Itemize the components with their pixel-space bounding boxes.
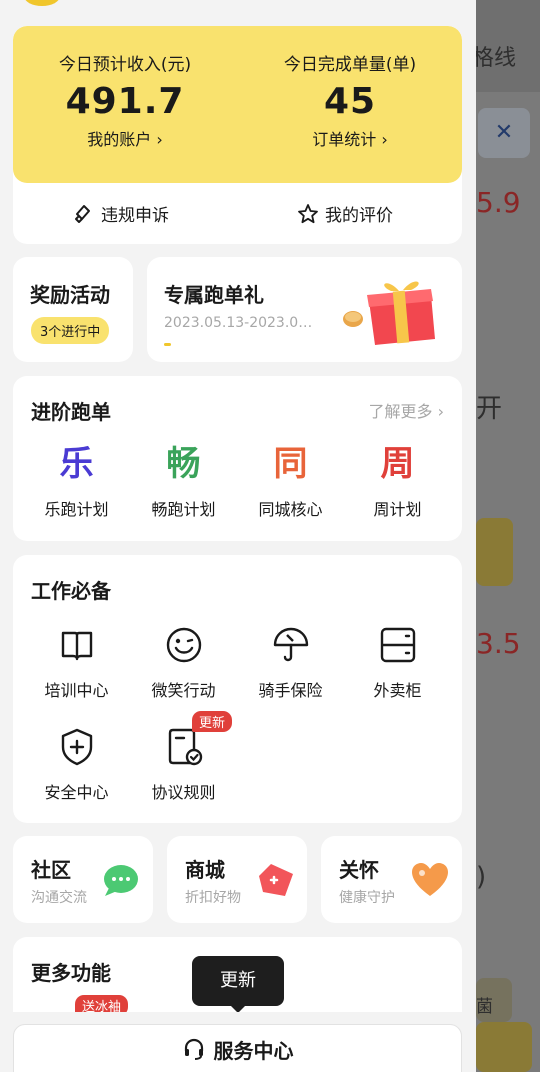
- reward-activities-title: 奖励活动: [30, 283, 110, 307]
- umbrella-icon: [237, 623, 344, 667]
- exclusive-gift-title: 专属跑单礼: [164, 283, 264, 307]
- complaint-button[interactable]: 违规申诉: [73, 201, 169, 226]
- today-income-label: 今日预计收入(元): [58, 55, 192, 75]
- order-stats-link[interactable]: 订单统计 ›: [238, 126, 462, 150]
- orders-stat: 今日完成单量(单) 45 订单统计 ›: [238, 50, 462, 150]
- tool-label: 安全中心: [44, 783, 109, 802]
- side-drawer: 今日预计收入(元) 491.7 我的账户 › 今日完成单量(单) 45 订单统计…: [0, 0, 476, 1072]
- update-tooltip: 更新: [192, 956, 284, 1006]
- agreement-rules[interactable]: 更新 协议规则: [130, 711, 237, 803]
- today-income-value: 491.7: [65, 81, 185, 122]
- exclusive-gift-card[interactable]: 专属跑单礼 2023.05.13-2023.0…: [147, 257, 462, 362]
- care-desc: 健康守护: [339, 890, 395, 906]
- plan-le[interactable]: 乐 乐跑计划: [23, 442, 130, 520]
- heart-icon: [412, 863, 448, 896]
- exclusive-gift-dates: 2023.05.13-2023.0…: [164, 315, 313, 331]
- background-text: 开: [476, 394, 503, 424]
- service-center-bar: 服务中心: [0, 1012, 476, 1072]
- service-center-button[interactable]: 服务中心: [13, 1024, 462, 1072]
- star-icon: [298, 203, 318, 223]
- plan-tongcheng[interactable]: 同 同城核心: [237, 442, 344, 520]
- active-count-badge: 3个进行中: [31, 317, 110, 344]
- background-text: 菌: [476, 997, 493, 1017]
- background-button: [476, 518, 513, 586]
- service-center-label: 服务中心: [213, 1038, 294, 1063]
- plan-le-icon: 乐: [59, 444, 94, 484]
- mall-card[interactable]: 商城 折扣好物: [167, 836, 307, 923]
- mall-desc: 折扣好物: [185, 890, 241, 906]
- plan-grid: 乐 乐跑计划 畅 畅跑计划 同 同城核心 周 周计划: [23, 442, 452, 520]
- locker-icon: [344, 623, 451, 667]
- plan-label: 周计划: [373, 500, 422, 519]
- agreement-icon: 更新: [130, 711, 237, 769]
- tool-label: 微笑行动: [151, 681, 216, 700]
- community-title: 社区: [31, 858, 71, 882]
- background-amount: 5.9: [476, 186, 521, 219]
- orders-value: 45: [323, 81, 377, 122]
- plan-tong-icon: 同: [273, 444, 308, 484]
- background-close-icon: ✕: [478, 108, 530, 158]
- income-card: 今日预计收入(元) 491.7 我的账户 › 今日完成单量(单) 45 订单统计…: [13, 26, 462, 244]
- rating-label: 我的评价: [325, 206, 393, 226]
- tool-label: 培训中心: [44, 681, 109, 700]
- reward-activities-card[interactable]: 奖励活动 3个进行中: [13, 257, 133, 362]
- rider-insurance[interactable]: 骑手保险: [237, 623, 344, 701]
- community-desc: 沟通交流: [31, 890, 87, 906]
- training-center[interactable]: 培训中心: [23, 623, 130, 701]
- complaint-icon: [75, 204, 90, 223]
- plan-weekly[interactable]: 周 周计划: [344, 442, 451, 520]
- background-header-text: 格线: [472, 46, 517, 71]
- mall-title: 商城: [185, 858, 225, 882]
- care-title: 关怀: [339, 858, 379, 882]
- smile-action[interactable]: 微笑行动: [130, 623, 237, 701]
- background-amount: 3.5: [476, 627, 521, 660]
- delivery-locker[interactable]: 外卖柜: [344, 623, 451, 701]
- plan-label: 乐跑计划: [44, 500, 109, 519]
- my-account-link[interactable]: 我的账户 ›: [13, 126, 237, 150]
- section-title: 工作必备: [31, 579, 111, 603]
- care-card[interactable]: 关怀 健康守护: [321, 836, 462, 923]
- price-tag-icon: [259, 864, 293, 896]
- tool-label: 外卖柜: [373, 681, 422, 700]
- headset-icon: [184, 1038, 203, 1060]
- safety-center[interactable]: 安全中心: [23, 725, 130, 803]
- income-summary: 今日预计收入(元) 491.7 我的账户 › 今日完成单量(单) 45 订单统计…: [13, 26, 462, 183]
- section-title: 更多功能: [31, 961, 111, 985]
- section-title: 进阶跑单: [31, 400, 111, 424]
- tools-row-1: 培训中心 微笑行动 骑手保险 外卖柜: [23, 623, 452, 701]
- plan-label: 畅跑计划: [151, 500, 216, 519]
- plan-chang[interactable]: 畅 畅跑计划: [130, 442, 237, 520]
- smile-icon: [130, 623, 237, 667]
- background-button: [476, 1022, 532, 1072]
- learn-more-link[interactable]: 了解更多 ›: [369, 398, 445, 422]
- my-rating-button[interactable]: 我的评价: [297, 201, 393, 226]
- complaint-label: 违规申诉: [101, 206, 169, 226]
- book-icon: [23, 623, 130, 667]
- avatar[interactable]: [24, 0, 60, 6]
- work-essentials-card: 工作必备 培训中心 微笑行动 骑手保险 外卖柜 安全中心 更新 协议规则: [13, 555, 462, 823]
- tools-row-2: 安全中心 更新 协议规则: [23, 711, 452, 803]
- tool-label: 骑手保险: [258, 681, 323, 700]
- shield-icon: [23, 725, 130, 769]
- plan-chang-icon: 畅: [166, 444, 201, 484]
- plan-zhou-icon: 周: [380, 444, 415, 484]
- income-actions: 违规申诉 我的评价: [13, 183, 462, 244]
- plan-label: 同城核心: [258, 500, 323, 519]
- progress-indicator: [164, 343, 171, 346]
- update-badge: 更新: [192, 711, 233, 732]
- community-card[interactable]: 社区 沟通交流: [13, 836, 153, 923]
- gift-box-icon: [343, 281, 435, 345]
- tool-label: 协议规则: [151, 783, 216, 802]
- chat-bubble-icon: [104, 865, 138, 896]
- background-text: ): [476, 862, 487, 892]
- advanced-orders-card: 进阶跑单 了解更多 › 乐 乐跑计划 畅 畅跑计划 同 同城核心 周 周计划: [13, 376, 462, 541]
- orders-label: 今日完成单量(单): [283, 55, 417, 75]
- today-income-stat: 今日预计收入(元) 491.7 我的账户 ›: [13, 50, 237, 150]
